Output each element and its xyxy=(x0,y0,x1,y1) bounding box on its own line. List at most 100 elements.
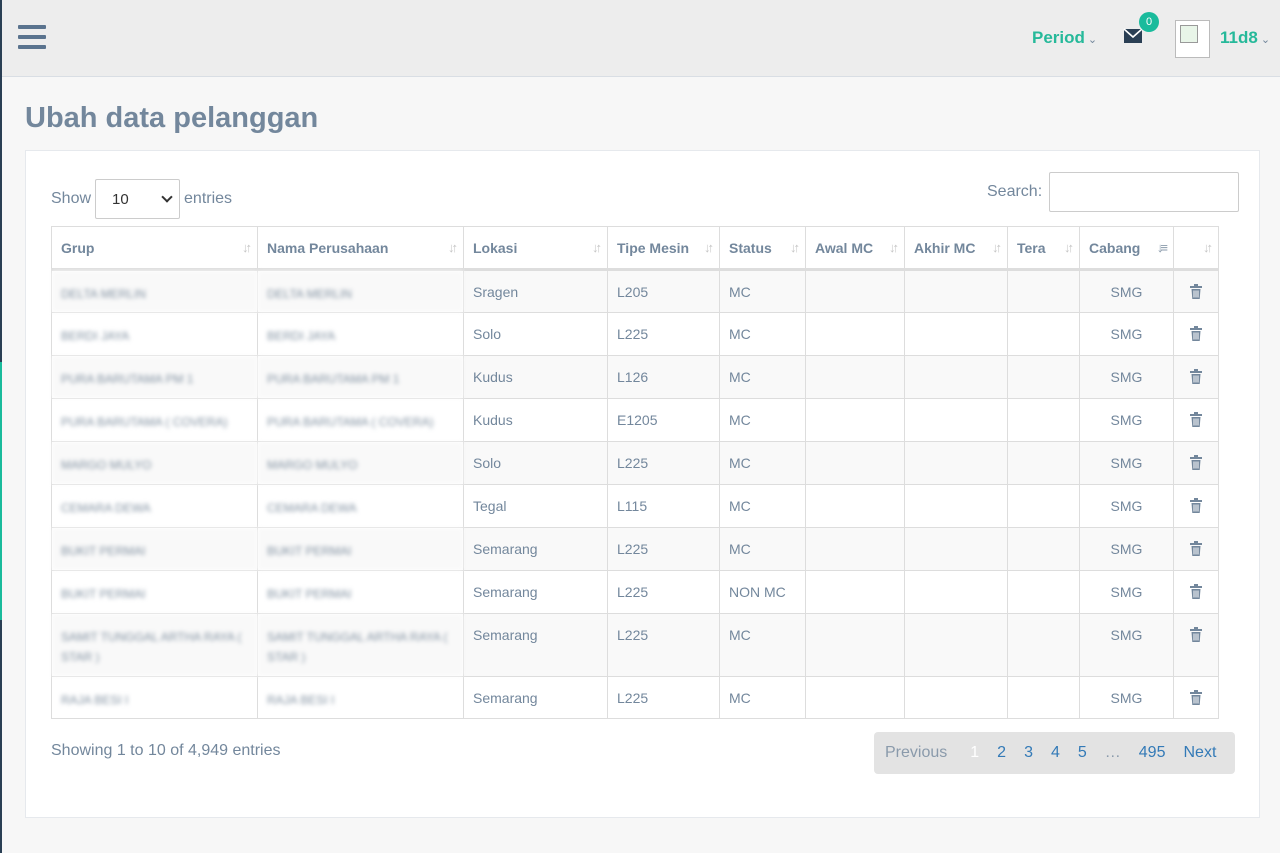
table-row[interactable]: BERDI JAYA BERDI JAYA Solo L225 MC SMG xyxy=(51,312,1219,356)
header-label: Akhir MC xyxy=(914,239,976,256)
column-header-tipe-mesin[interactable]: Tipe Mesin ↓↑ xyxy=(607,226,720,271)
column-header-status[interactable]: Status ↓↑ xyxy=(719,226,806,271)
cell-status: MC xyxy=(719,676,806,719)
cell-cabang: SMG xyxy=(1079,613,1174,677)
table-info: Showing 1 to 10 of 4,949 entries xyxy=(51,742,281,759)
trash-icon[interactable] xyxy=(1190,690,1202,708)
cell-lokasi: Semarang xyxy=(463,676,608,719)
cell-nama-perusahaan: BERDI JAYA xyxy=(257,312,464,356)
page-length-select[interactable]: 10 xyxy=(95,179,181,219)
cell-tera xyxy=(1007,484,1080,528)
table-header-row: Grup ↓↑ Nama Perusahaan ↓↑ Lokasi ↓↑ Tipe M… xyxy=(51,226,1219,271)
cell-awal-mc xyxy=(805,484,905,528)
column-header-grup[interactable]: Grup ↓↑ xyxy=(51,226,258,271)
table-row[interactable]: CEMARA DEWA CEMARA DEWA Tegal L115 MC SMG xyxy=(51,484,1219,528)
pagination-page[interactable]: 4 xyxy=(1042,744,1069,762)
cell-awal-mc xyxy=(805,613,905,677)
pagination-page[interactable]: 5 xyxy=(1069,744,1096,762)
table-row[interactable]: PURA BARUTAMA PM 1 PURA BARUTAMA PM 1 Kudu… xyxy=(51,355,1219,399)
user-dropdown[interactable]: 11d8 ⌄ xyxy=(1220,28,1270,48)
trash-icon[interactable] xyxy=(1190,541,1202,559)
sort-desc-icon: ↓≡ xyxy=(1156,240,1168,255)
cell-cabang: SMG xyxy=(1079,570,1174,614)
cell-actions xyxy=(1173,613,1219,677)
content-panel: Show 10 entries Search: Grup ↓↑ Nama Peru… xyxy=(25,150,1260,818)
cell-lokasi: Semarang xyxy=(463,613,608,677)
cell-akhir-mc xyxy=(904,312,1008,356)
cell-awal-mc xyxy=(805,441,905,485)
cell-actions xyxy=(1173,676,1219,719)
trash-icon[interactable] xyxy=(1190,627,1202,645)
cell-grup: RAJA BESI I xyxy=(51,676,258,719)
pagination-page[interactable]: 2 xyxy=(988,744,1015,762)
pagination-page[interactable]: 495 xyxy=(1130,744,1175,762)
pagination-page[interactable]: 1 xyxy=(961,744,988,762)
cell-actions xyxy=(1173,484,1219,528)
table-row[interactable]: PURA BARUTAMA ( COVERA) PURA BARUTAMA ( C… xyxy=(51,398,1219,442)
cell-actions xyxy=(1173,570,1219,614)
pagination: Previous 1 2 3 4 5 … 495 Next xyxy=(874,732,1235,774)
sort-icon: ↓↑ xyxy=(790,240,800,255)
cell-status: MC xyxy=(719,312,806,356)
cell-nama-perusahaan: PURA BARUTAMA ( COVERA) xyxy=(257,398,464,442)
cell-nama-perusahaan: RAJA BESI I xyxy=(257,676,464,719)
trash-icon[interactable] xyxy=(1190,584,1202,602)
cell-actions xyxy=(1173,398,1219,442)
pagination-page[interactable]: 3 xyxy=(1015,744,1042,762)
sort-icon: ↓↑ xyxy=(448,240,458,255)
cell-status: MC xyxy=(719,398,806,442)
column-header-akhir-mc[interactable]: Akhir MC ↓↑ xyxy=(904,226,1008,271)
trash-icon[interactable] xyxy=(1190,498,1202,516)
cell-lokasi: Tegal xyxy=(463,484,608,528)
cell-akhir-mc xyxy=(904,484,1008,528)
cell-tipe-mesin: L126 xyxy=(607,355,720,399)
search-label: Search: xyxy=(987,183,1043,200)
cell-actions xyxy=(1173,269,1219,313)
hamburger-menu-icon[interactable] xyxy=(18,25,46,51)
page-length-value: 10 xyxy=(112,190,129,208)
cell-tipe-mesin: L225 xyxy=(607,312,720,356)
cell-tipe-mesin: L225 xyxy=(607,527,720,571)
customer-table: Grup ↓↑ Nama Perusahaan ↓↑ Lokasi ↓↑ Tipe M… xyxy=(51,226,1219,719)
avatar[interactable] xyxy=(1175,20,1210,58)
trash-icon[interactable] xyxy=(1190,455,1202,473)
pagination-previous[interactable]: Previous xyxy=(874,744,961,762)
cell-tera xyxy=(1007,269,1080,313)
cell-grup: BUKIT PERMAI xyxy=(51,570,258,614)
cell-nama-perusahaan: DELTA MERLIN xyxy=(257,269,464,313)
cell-status: MC xyxy=(719,441,806,485)
column-header-actions[interactable]: ↓↑ xyxy=(1173,226,1219,271)
table-row[interactable]: BUKIT PERMAI BUKIT PERMAI Semarang L225 MC SM… xyxy=(51,527,1219,571)
pagination-next[interactable]: Next xyxy=(1174,744,1225,762)
period-label: Period xyxy=(1032,28,1085,47)
search-input[interactable] xyxy=(1049,172,1240,212)
mail-icon[interactable]: 0 xyxy=(1123,12,1159,46)
cell-awal-mc xyxy=(805,527,905,571)
cell-actions xyxy=(1173,441,1219,485)
period-dropdown[interactable]: Period ⌄ xyxy=(1032,28,1097,48)
column-header-nama-perusahaan[interactable]: Nama Perusahaan ↓↑ xyxy=(257,226,464,271)
cell-status: MC xyxy=(719,355,806,399)
column-header-tera[interactable]: Tera ↓↑ xyxy=(1007,226,1080,271)
trash-icon[interactable] xyxy=(1190,412,1202,430)
cell-nama-perusahaan: SAMIT TUNGGAL ARTHA RAYA ( STAR ) xyxy=(257,613,464,677)
trash-icon[interactable] xyxy=(1190,369,1202,387)
cell-lokasi: Solo xyxy=(463,312,608,356)
trash-icon[interactable] xyxy=(1190,284,1202,302)
column-header-lokasi[interactable]: Lokasi ↓↑ xyxy=(463,226,608,271)
mail-count-badge: 0 xyxy=(1139,12,1159,32)
cell-lokasi: Semarang xyxy=(463,527,608,571)
column-header-awal-mc[interactable]: Awal MC ↓↑ xyxy=(805,226,905,271)
column-header-cabang[interactable]: Cabang ↓≡ xyxy=(1079,226,1174,271)
header-label: Status xyxy=(729,239,772,256)
table-row[interactable]: MARGO MULYO MARGO MULYO Solo L225 MC SMG xyxy=(51,441,1219,485)
table-row[interactable]: BUKIT PERMAI BUKIT PERMAI Semarang L225 NON … xyxy=(51,570,1219,614)
table-row[interactable]: SAMIT TUNGGAL ARTHA RAYA ( STAR ) SAMIT T… xyxy=(51,613,1219,677)
table-row[interactable]: RAJA BESI I RAJA BESI I Semarang L225 MC SMG xyxy=(51,676,1219,719)
header-label: Tipe Mesin xyxy=(617,239,690,256)
table-row[interactable]: DELTA MERLIN DELTA MERLIN Sragen L205 MC SMG xyxy=(51,269,1219,313)
show-label: Show xyxy=(51,190,92,207)
search-control: Search: xyxy=(987,172,1240,212)
cell-akhir-mc xyxy=(904,269,1008,313)
trash-icon[interactable] xyxy=(1190,326,1202,344)
